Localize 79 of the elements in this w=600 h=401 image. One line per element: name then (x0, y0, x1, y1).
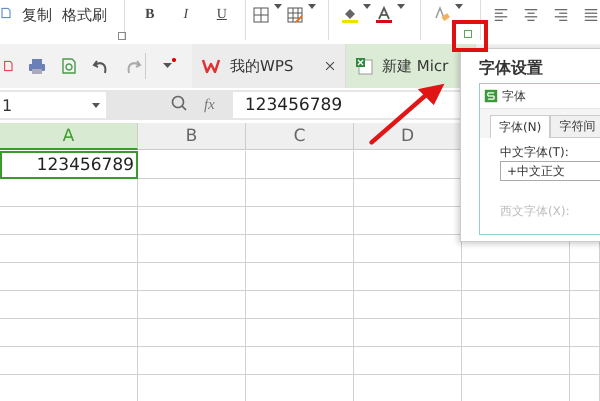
table-cell[interactable] (462, 263, 570, 291)
eraser-icon[interactable] (433, 6, 452, 24)
app-logo-icon[interactable] (484, 89, 498, 103)
table-cell[interactable] (354, 319, 462, 347)
caret-icon (362, 4, 371, 9)
name-box[interactable]: 1 (0, 92, 106, 118)
dialog-tab[interactable]: 字体(N) (490, 115, 550, 138)
table-cell[interactable] (462, 291, 570, 319)
table-cell[interactable] (246, 319, 354, 347)
font-color-icon[interactable] (374, 6, 393, 24)
highlight-frame (452, 20, 488, 52)
dialog-tab[interactable]: 字符间 (550, 115, 600, 138)
table-cell[interactable]: 123456789 (0, 151, 138, 179)
table-cell[interactable] (462, 319, 570, 347)
table-cell[interactable] (138, 235, 246, 263)
borders-icon[interactable] (252, 6, 270, 24)
table-cell[interactable] (246, 347, 354, 375)
column-header[interactable]: B (138, 123, 246, 150)
column-header[interactable]: D (354, 123, 462, 150)
align-icon[interactable] (553, 6, 570, 24)
spreadsheet-file-icon[interactable] (354, 57, 374, 75)
table-cell[interactable] (138, 179, 246, 207)
caret-icon (274, 4, 282, 9)
table-cell[interactable] (570, 291, 600, 319)
table-cell[interactable] (138, 347, 246, 375)
column-header[interactable]: C (246, 123, 354, 150)
table-cell[interactable] (246, 151, 354, 179)
table-cell[interactable] (138, 207, 246, 235)
align-icon[interactable] (493, 6, 510, 24)
table-cell[interactable] (0, 263, 138, 291)
zoom-icon[interactable] (170, 94, 188, 112)
caret-icon (396, 4, 405, 9)
fill-color-icon[interactable] (340, 6, 359, 24)
font-input[interactable]: +中文正文 (500, 161, 600, 181)
ribbon-button[interactable]: 格式刷 (62, 4, 107, 26)
table-cell[interactable] (246, 179, 354, 207)
table-cell[interactable] (0, 347, 138, 375)
table-cell[interactable] (354, 291, 462, 319)
table-cell[interactable] (0, 291, 138, 319)
caret-icon (455, 4, 464, 9)
caret-icon (308, 4, 316, 9)
align-icon[interactable] (583, 6, 600, 24)
dialog-launcher-icon[interactable] (118, 32, 126, 40)
align-icon[interactable] (523, 6, 540, 24)
table-cell[interactable] (0, 235, 138, 263)
table-cell[interactable] (354, 263, 462, 291)
wps-logo-icon[interactable] (200, 57, 222, 75)
table-cell[interactable] (138, 263, 246, 291)
print-preview-icon[interactable] (60, 57, 78, 75)
document-tab[interactable]: 我的WPS (192, 44, 346, 88)
table-cell[interactable] (138, 151, 246, 179)
field-label: 西文字体(X): (499, 203, 571, 220)
print-icon[interactable] (28, 57, 46, 75)
table-cell[interactable] (0, 319, 138, 347)
table-cell[interactable] (0, 179, 138, 207)
table-format-icon[interactable] (286, 6, 304, 24)
font-style-button[interactable]: I (170, 4, 201, 26)
dialog-title: 字体设置 (479, 57, 544, 79)
table-cell[interactable] (246, 235, 354, 263)
font-style-button[interactable]: B (134, 4, 165, 26)
table-cell[interactable] (570, 347, 600, 375)
panel-title: 字体 (502, 88, 526, 104)
table-cell[interactable] (0, 207, 138, 235)
table-cell[interactable] (246, 207, 354, 235)
dialog-launcher-icon[interactable] (464, 30, 472, 38)
table-cell[interactable] (246, 263, 354, 291)
function-button[interactable]: fx (204, 96, 215, 114)
table-cell[interactable] (570, 319, 600, 347)
ribbon-button[interactable]: 复制 (22, 4, 52, 26)
font-style-button[interactable]: U (206, 4, 237, 26)
close-icon[interactable] (323, 59, 337, 73)
table-cell[interactable] (462, 347, 570, 375)
field-label: 中文字体(T): (499, 144, 570, 161)
table-cell[interactable] (138, 319, 246, 347)
table-cell[interactable] (354, 347, 462, 375)
caret-icon (92, 102, 100, 108)
table-cell[interactable] (246, 291, 354, 319)
table-cell[interactable] (138, 291, 246, 319)
table-cell[interactable] (570, 263, 600, 291)
